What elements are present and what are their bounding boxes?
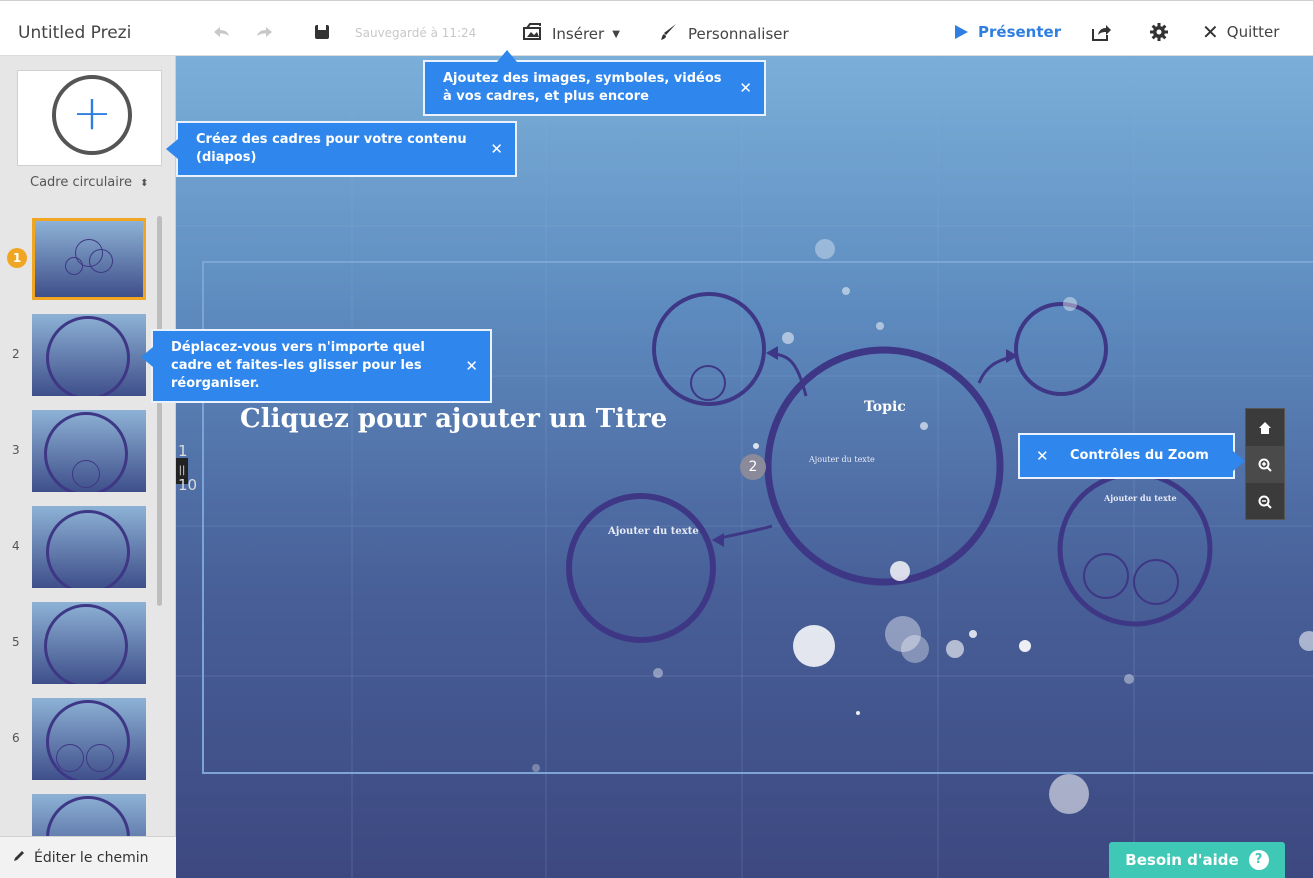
customize-label: Personnaliser <box>688 25 789 43</box>
presentation-title[interactable]: Untitled Prezi <box>18 23 131 43</box>
close-icon: ✕ <box>1202 20 1219 44</box>
present-label: Présenter <box>978 23 1062 41</box>
share-icon[interactable] <box>1090 21 1112 43</box>
brush-icon <box>660 23 678 45</box>
right-circle-title[interactable]: Ajouter du texte <box>1104 493 1177 503</box>
help-button[interactable]: Besoin d'aide ? <box>1109 842 1285 878</box>
thumbnail-number: 3 <box>12 443 20 457</box>
zoom-controls <box>1245 408 1285 520</box>
frames-tooltip-text: Créez des cadres pour votre contenu (dia… <box>196 132 467 165</box>
top-toolbar: Untitled Prezi Sauvegardé à 11:24 Insére… <box>0 0 1313 56</box>
thumbnail-number: 2 <box>12 347 20 361</box>
thumbnail-image <box>32 794 146 836</box>
thumbnail-item[interactable]: 1 <box>0 216 176 302</box>
plus-icon: + <box>71 85 113 141</box>
edit-path-button[interactable]: Éditer le chemin <box>0 836 176 878</box>
play-icon <box>955 25 968 39</box>
thumbnail-number: 4 <box>12 539 20 553</box>
add-frame-button[interactable]: + <box>17 70 162 166</box>
frame-type-select[interactable]: Cadre circulaire ⬍ <box>30 175 148 190</box>
title-placeholder[interactable]: Cliquez pour ajouter un Titre <box>240 404 667 434</box>
home-icon[interactable] <box>1246 409 1284 446</box>
customize-button[interactable]: Personnaliser <box>660 23 789 45</box>
zoom-tooltip-text: Contrôles du Zoom <box>1070 448 1209 463</box>
thumbnail-number: 5 <box>12 635 20 649</box>
sort-icon: ⬍ <box>140 178 149 189</box>
thumbnail-item[interactable]: 5 <box>0 600 176 686</box>
insert-label: Insérer <box>552 25 605 43</box>
thumbnail-item[interactable]: 3 <box>0 408 176 494</box>
move-tooltip-text: Déplacez-vous vers n'importe quel cadre … <box>171 340 425 391</box>
frame-type-label: Cadre circulaire <box>30 175 132 190</box>
thumbnail-image <box>32 218 146 300</box>
insert-tooltip: Ajoutez des images, symboles, vidéos à v… <box>423 50 766 116</box>
thumbnail-item[interactable]: 6 <box>0 696 176 782</box>
saved-status: Sauvegardé à 11:24 <box>355 26 477 40</box>
redo-icon[interactable] <box>254 21 276 43</box>
undo-icon[interactable] <box>210 21 232 43</box>
edit-path-label: Éditer le chemin <box>34 849 149 866</box>
thumbnail-image <box>32 410 146 492</box>
chevron-down-icon: ▼ <box>612 28 620 40</box>
path-number-badge[interactable]: 2 <box>740 454 766 480</box>
quit-label: Quitter <box>1226 23 1280 41</box>
close-icon[interactable]: ✕ <box>739 79 752 97</box>
help-label: Besoin d'aide <box>1125 851 1239 869</box>
thumbnail-item[interactable]: 4 <box>0 504 176 590</box>
thumbnail-image <box>32 506 146 588</box>
thumbnail-image <box>32 698 146 780</box>
insert-tooltip-text: Ajoutez des images, symboles, vidéos à v… <box>443 71 722 104</box>
frames-tooltip: Créez des cadres pour votre contenu (dia… <box>166 121 517 177</box>
thumbnail-item[interactable] <box>0 792 176 836</box>
topic-label[interactable]: Topic <box>864 399 906 415</box>
close-icon[interactable]: ✕ <box>465 357 478 375</box>
gear-icon[interactable] <box>1148 21 1170 43</box>
thumbnail-number: 6 <box>12 731 20 745</box>
topic-subtext[interactable]: Ajouter du texte <box>809 455 875 464</box>
zoom-in-icon[interactable] <box>1246 446 1284 483</box>
frames-sidebar: + Cadre circulaire ⬍ 1 2 3 4 5 6 Éditer … <box>0 56 176 878</box>
move-tooltip: Déplacez-vous vers n'importe quel cadre … <box>141 329 492 403</box>
thumbnail-image <box>32 314 146 396</box>
thumbnail-image <box>32 602 146 684</box>
quit-button[interactable]: ✕ Quitter <box>1202 20 1280 44</box>
thumbnail-scrollbar[interactable] <box>157 216 162 606</box>
present-button[interactable]: Présenter <box>955 23 1061 41</box>
thumbnail-list: 1 2 3 4 5 6 <box>0 216 176 836</box>
close-icon[interactable]: ✕ <box>490 140 503 158</box>
insert-icon <box>522 23 544 45</box>
circle-frame-preview: + <box>52 75 132 155</box>
insert-menu[interactable]: Insérer ▼ <box>522 23 620 45</box>
close-icon[interactable]: ✕ <box>1036 447 1049 465</box>
save-icon[interactable] <box>311 21 333 43</box>
zoom-out-icon[interactable] <box>1246 483 1284 520</box>
pencil-icon <box>12 849 26 867</box>
left-circle-title[interactable]: Ajouter du texte <box>608 526 699 537</box>
path-end-number: 10 <box>178 476 198 494</box>
help-icon: ? <box>1248 850 1269 870</box>
thumbnail-number-badge: 1 <box>7 248 27 268</box>
zoom-tooltip: ✕ Contrôles du Zoom <box>1018 433 1245 479</box>
